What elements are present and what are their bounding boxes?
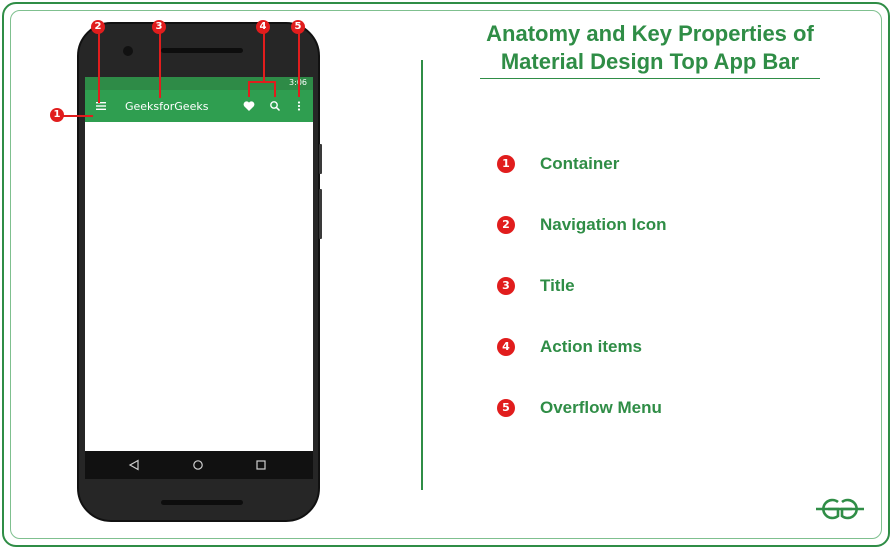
legend-number: 3 — [497, 277, 515, 295]
diagram-heading: Anatomy and Key Properties of Material D… — [460, 20, 840, 76]
marker-3: 3 — [152, 20, 166, 34]
marker-4-leader — [263, 33, 265, 81]
more-vert-icon[interactable] — [292, 99, 306, 113]
vertical-divider — [421, 60, 423, 490]
front-camera — [123, 46, 133, 56]
status-bar: 3:06 — [85, 77, 313, 90]
marker-5: 5 — [291, 20, 305, 34]
heading-line-1: Anatomy and Key Properties of — [486, 21, 814, 46]
phone-screen: 3:06 GeeksforGeeks — [85, 77, 313, 451]
legend-number: 4 — [497, 338, 515, 356]
search-icon[interactable] — [268, 99, 282, 113]
legend-label: Action items — [540, 337, 643, 356]
legend-label: Title — [540, 276, 575, 295]
top-speaker — [161, 48, 243, 53]
marker-1-leader — [63, 115, 93, 117]
home-icon[interactable] — [192, 459, 204, 471]
bottom-speaker — [161, 500, 243, 505]
legend-label: Container — [540, 154, 620, 173]
legend-label: Navigation Icon — [540, 215, 667, 234]
marker-4-bracket-right — [274, 81, 276, 97]
menu-icon[interactable] — [94, 99, 108, 113]
system-nav-bar — [85, 451, 313, 479]
legend-label: Overflow Menu — [540, 398, 662, 417]
top-app-bar: GeeksforGeeks — [85, 90, 313, 122]
power-button — [319, 144, 322, 174]
recents-icon[interactable] — [255, 459, 267, 471]
marker-4-bracket — [248, 81, 276, 83]
marker-3-leader — [159, 33, 161, 98]
marker-1: 1 — [50, 108, 64, 122]
marker-4: 4 — [256, 20, 270, 34]
heading-line-2: Material Design Top App Bar — [500, 49, 800, 74]
marker-2-leader — [98, 33, 100, 103]
heart-icon[interactable] — [242, 99, 256, 113]
legend-number: 5 — [497, 399, 515, 417]
legend-number: 2 — [497, 216, 515, 234]
gfg-logo — [816, 498, 864, 520]
back-icon[interactable] — [128, 459, 140, 471]
app-bar-title: GeeksforGeeks — [125, 100, 209, 113]
marker-2: 2 — [91, 20, 105, 34]
marker-5-leader — [298, 33, 300, 97]
heading-underline — [480, 78, 820, 79]
legend-number: 1 — [497, 155, 515, 173]
volume-button — [319, 189, 322, 239]
marker-4-bracket-left — [248, 81, 250, 97]
